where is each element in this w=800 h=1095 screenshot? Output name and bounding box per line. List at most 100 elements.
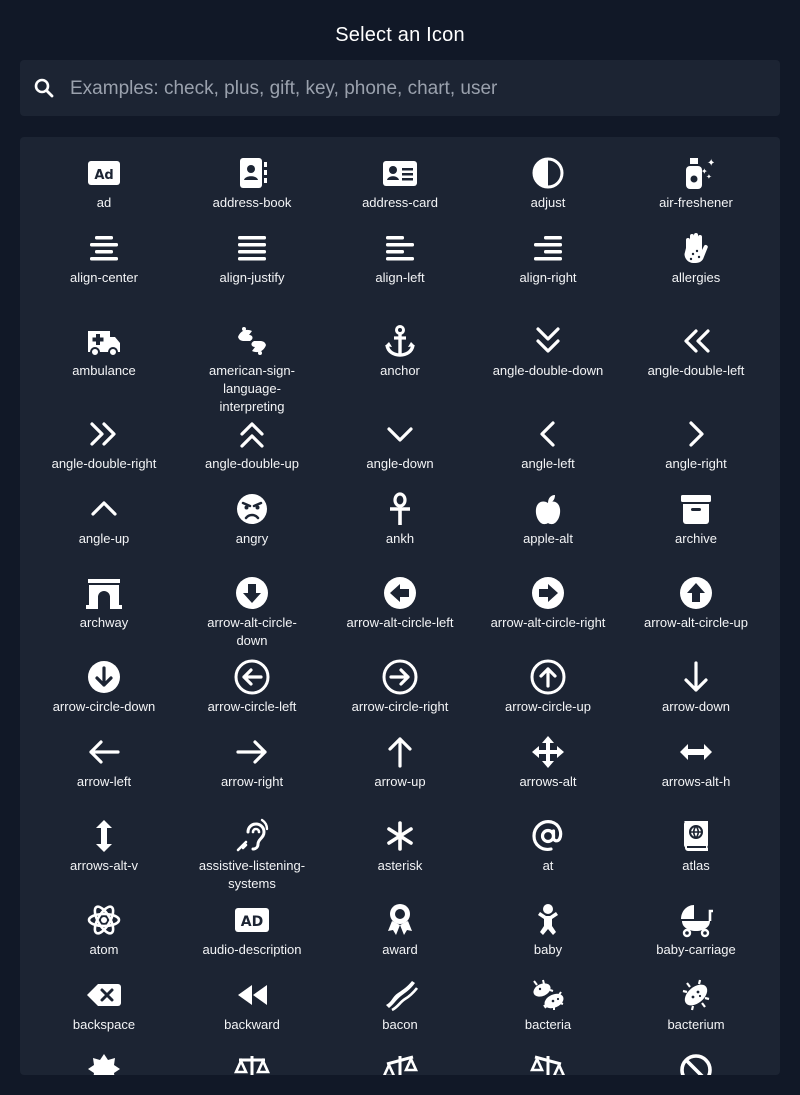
ambulance-icon <box>88 331 120 357</box>
search-input[interactable] <box>68 60 772 118</box>
icon-option-baby[interactable]: baby <box>474 902 622 977</box>
icon-option-angle-double-up[interactable]: angle-double-up <box>178 416 326 491</box>
icon-option-label: allergies <box>671 270 721 285</box>
icon-option-label: arrow-alt-circle-left <box>346 615 454 630</box>
icon-option-label: arrow-circle-left <box>207 699 297 714</box>
icon-option-arrow-circle-right[interactable]: arrow-circle-right <box>326 659 474 734</box>
icon-option-angry[interactable]: angry <box>178 491 326 575</box>
icon-option-label: angle-double-left <box>647 363 745 378</box>
icon-option-arrow-circle-up[interactable]: arrow-circle-up <box>474 659 622 734</box>
icon-option-angle-double-left[interactable]: angle-double-left <box>622 323 770 416</box>
icon-option-angle-up[interactable]: angle-up <box>30 491 178 575</box>
icon-option-label: anchor <box>380 363 420 378</box>
icon-option-label: angle-double-up <box>205 456 299 471</box>
icon-option-angle-double-down[interactable]: angle-double-down <box>474 323 622 416</box>
icon-option-backward[interactable]: backward <box>178 977 326 1052</box>
icon-option-atom[interactable]: atom <box>30 902 178 977</box>
icon-option-arrow-up[interactable]: arrow-up <box>326 734 474 818</box>
icon-option-address-book[interactable]: address-book <box>178 155 326 230</box>
icon-option-align-justify[interactable]: align-justify <box>178 230 326 323</box>
icon-option-bacteria[interactable]: bacteria <box>474 977 622 1052</box>
balance-scale-left-icon <box>383 1055 418 1075</box>
icon-option-angle-down[interactable]: angle-down <box>326 416 474 491</box>
icon-option-arrow-right[interactable]: arrow-right <box>178 734 326 818</box>
icon-option-label: asterisk <box>377 858 423 873</box>
baby-icon <box>538 904 558 935</box>
icon-option-label: bacterium <box>667 1017 725 1032</box>
icon-option-anchor[interactable]: anchor <box>326 323 474 416</box>
icon-option-label: assistive-listening-systems <box>198 858 306 891</box>
icon-option-assistive-listening-systems[interactable]: assistive-listening-systems <box>178 818 326 902</box>
icon-option-angle-left[interactable]: angle-left <box>474 416 622 491</box>
icon-option-arrows-alt-h[interactable]: arrows-alt-h <box>622 734 770 818</box>
icon-option-label: arrow-up <box>374 774 426 789</box>
icon-option-award[interactable]: award <box>326 902 474 977</box>
icon-option-atlas[interactable]: atlas <box>622 818 770 902</box>
icon-option-label: baby-carriage <box>656 942 736 957</box>
icon-option-angle-double-right[interactable]: angle-double-right <box>30 416 178 491</box>
icon-option-angle-right[interactable]: angle-right <box>622 416 770 491</box>
icon-option-address-card[interactable]: address-card <box>326 155 474 230</box>
icon-option-asterisk[interactable]: asterisk <box>326 818 474 902</box>
icon-option-arrow-down[interactable]: arrow-down <box>622 659 770 734</box>
icon-option-audio-description[interactable]: AD audio-description <box>178 902 326 977</box>
search-icon <box>34 78 54 98</box>
icon-option-arrows-alt-v[interactable]: arrows-alt-v <box>30 818 178 902</box>
icon-option-label: atlas <box>682 858 710 873</box>
icon-option-label: angle-left <box>521 456 575 471</box>
icon-option-american-sign-language-interpreting[interactable]: american-sign-language-interpreting <box>178 323 326 416</box>
icon-option-label: arrow-left <box>76 774 132 789</box>
icon-option-arrow-alt-circle-left[interactable]: arrow-alt-circle-left <box>326 575 474 659</box>
icon-option-label: ad <box>96 195 112 210</box>
icon-option-label: arrow-circle-right <box>351 699 449 714</box>
icon-option-adjust[interactable]: adjust <box>474 155 622 230</box>
icon-option-align-right[interactable]: align-right <box>474 230 622 323</box>
icon-option-label: audio-description <box>202 942 302 957</box>
icon-grid-panel[interactable]: Ad ad address-book address-card adjust ✦ ✦ ✦ air… <box>20 137 780 1075</box>
icon-option-archway[interactable]: archway <box>30 575 178 659</box>
icon-option-label: arrows-alt <box>519 774 577 789</box>
icon-option-baby-carriage[interactable]: baby-carriage <box>622 902 770 977</box>
icon-option-arrow-alt-circle-down[interactable]: arrow-alt-circle-down <box>178 575 326 659</box>
icon-option-arrow-circle-left[interactable]: arrow-circle-left <box>178 659 326 734</box>
icon-option-backspace[interactable]: backspace <box>30 977 178 1052</box>
assistive-listening-systems-icon <box>236 818 269 852</box>
icon-option-balance-scale-right[interactable] <box>474 1052 622 1075</box>
icon-option-align-left[interactable]: align-left <box>326 230 474 323</box>
arrow-circle-up-icon <box>530 659 566 695</box>
align-center-icon <box>90 236 118 261</box>
icon-option-ban[interactable] <box>622 1052 770 1075</box>
ankh-icon <box>390 492 410 525</box>
icon-option-archive[interactable]: archive <box>622 491 770 575</box>
icon-option-align-center[interactable]: align-center <box>30 230 178 323</box>
icon-option-ad[interactable]: Ad ad <box>30 155 178 230</box>
svg-text:✦: ✦ <box>707 158 714 169</box>
icon-option-bacterium[interactable]: bacterium <box>622 977 770 1052</box>
icon-option-apple-alt[interactable]: apple-alt <box>474 491 622 575</box>
icon-option-label: baby <box>533 942 563 957</box>
icon-option-arrow-circle-down[interactable]: arrow-circle-down <box>30 659 178 734</box>
backward-icon <box>238 985 267 1005</box>
icon-option-balance-scale-left[interactable] <box>326 1052 474 1075</box>
icon-option-label: award <box>382 942 418 957</box>
icon-option-bacon[interactable]: bacon <box>326 977 474 1052</box>
icon-option-badge[interactable] <box>30 1052 178 1075</box>
bacon-icon <box>386 981 418 1012</box>
icon-option-air-freshener[interactable]: ✦ ✦ ✦ air-freshener <box>622 155 770 230</box>
icon-option-ambulance[interactable]: ambulance <box>30 323 178 416</box>
icon-option-arrows-alt[interactable]: arrows-alt <box>474 734 622 818</box>
icon-option-label: address-book <box>212 195 292 210</box>
search-box[interactable] <box>20 60 780 118</box>
icon-option-arrow-alt-circle-right[interactable]: arrow-alt-circle-right <box>474 575 622 659</box>
icon-option-label: adjust <box>530 195 566 210</box>
icon-option-at[interactable]: at <box>474 818 622 902</box>
apple-alt-icon <box>535 495 561 525</box>
icon-option-arrow-alt-circle-up[interactable]: arrow-alt-circle-up <box>622 575 770 659</box>
icon-option-balance-scale[interactable] <box>178 1052 326 1075</box>
icon-option-label: arrow-alt-circle-up <box>643 615 749 630</box>
icon-option-ankh[interactable]: ankh <box>326 491 474 575</box>
icon-option-label: air-freshener <box>659 195 733 210</box>
icon-option-label: arrow-down <box>662 699 730 714</box>
icon-option-allergies[interactable]: allergies <box>622 230 770 323</box>
icon-option-arrow-left[interactable]: arrow-left <box>30 734 178 818</box>
